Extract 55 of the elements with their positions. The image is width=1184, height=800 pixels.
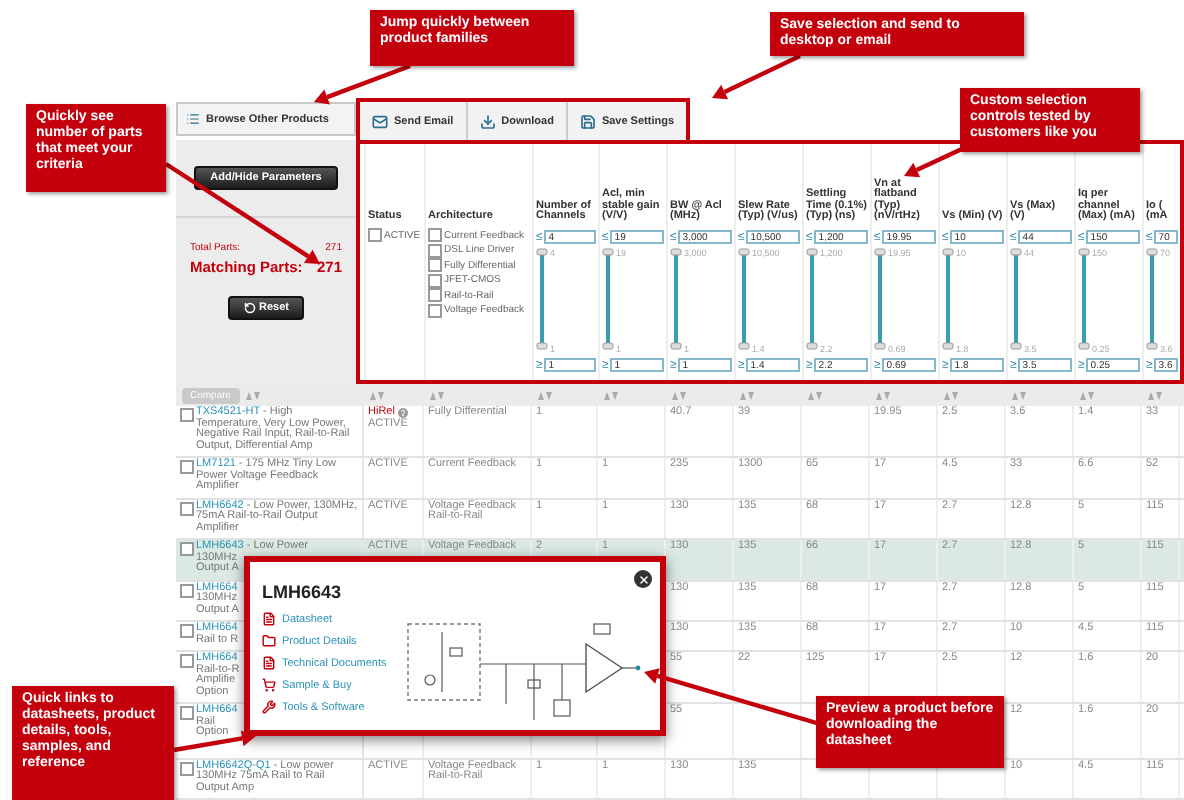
checkbox[interactable] [428, 243, 442, 257]
arrow [712, 54, 801, 100]
sort-icon[interactable] [672, 391, 686, 399]
document-icon [262, 656, 276, 670]
sort-icon[interactable] [430, 391, 444, 399]
row-checkbox[interactable] [179, 408, 193, 422]
row-checkbox[interactable] [179, 460, 193, 474]
help-icon[interactable] [398, 408, 409, 419]
checkbox[interactable] [428, 273, 442, 287]
sort-icon[interactable] [1012, 391, 1026, 399]
checkbox[interactable] [428, 228, 442, 242]
checkbox[interactable] [428, 258, 442, 272]
popup-title: LMH6643 [262, 582, 342, 602]
checkbox[interactable] [368, 228, 382, 242]
sort-icon[interactable] [740, 391, 754, 399]
range-slider[interactable] [1078, 248, 1090, 350]
sort-icon[interactable] [370, 391, 384, 399]
wrench-icon [262, 700, 276, 714]
cart-icon [262, 678, 276, 692]
sort-icon[interactable] [876, 391, 890, 399]
envelope-icon [372, 113, 388, 129]
undo-icon [243, 302, 255, 314]
folder-icon [262, 634, 276, 648]
range-slider[interactable] [806, 248, 818, 350]
close-icon [637, 573, 649, 585]
arrow [904, 146, 965, 178]
row-checkbox[interactable] [179, 654, 193, 668]
range-slider[interactable] [738, 248, 750, 350]
checkbox[interactable] [428, 288, 442, 302]
download-icon [479, 113, 496, 129]
sort-icon[interactable] [944, 391, 958, 399]
range-slider[interactable] [670, 248, 682, 350]
row-checkbox[interactable] [179, 624, 193, 638]
sort-icon[interactable] [538, 391, 552, 399]
arrow [314, 63, 411, 105]
row-checkbox[interactable] [179, 706, 193, 720]
range-slider[interactable] [942, 248, 954, 350]
range-slider[interactable] [1146, 248, 1158, 350]
range-slider[interactable] [602, 248, 614, 350]
list-icon [186, 112, 200, 126]
sort-icon[interactable] [808, 391, 822, 399]
close-button[interactable] [634, 570, 652, 588]
sort-icon[interactable] [1148, 391, 1162, 399]
row-checkbox[interactable] [179, 583, 193, 597]
sort-icon[interactable] [604, 391, 618, 399]
row-checkbox[interactable] [179, 501, 193, 515]
row-checkbox[interactable] [179, 542, 193, 556]
sort-icon[interactable] [245, 391, 260, 399]
document-icon [262, 612, 276, 626]
sort-icon[interactable] [1080, 391, 1094, 399]
range-slider[interactable] [874, 248, 886, 350]
range-slider[interactable] [1010, 248, 1022, 350]
row-checkbox[interactable] [179, 761, 193, 775]
range-slider[interactable] [536, 248, 548, 350]
checkbox[interactable] [428, 303, 442, 317]
